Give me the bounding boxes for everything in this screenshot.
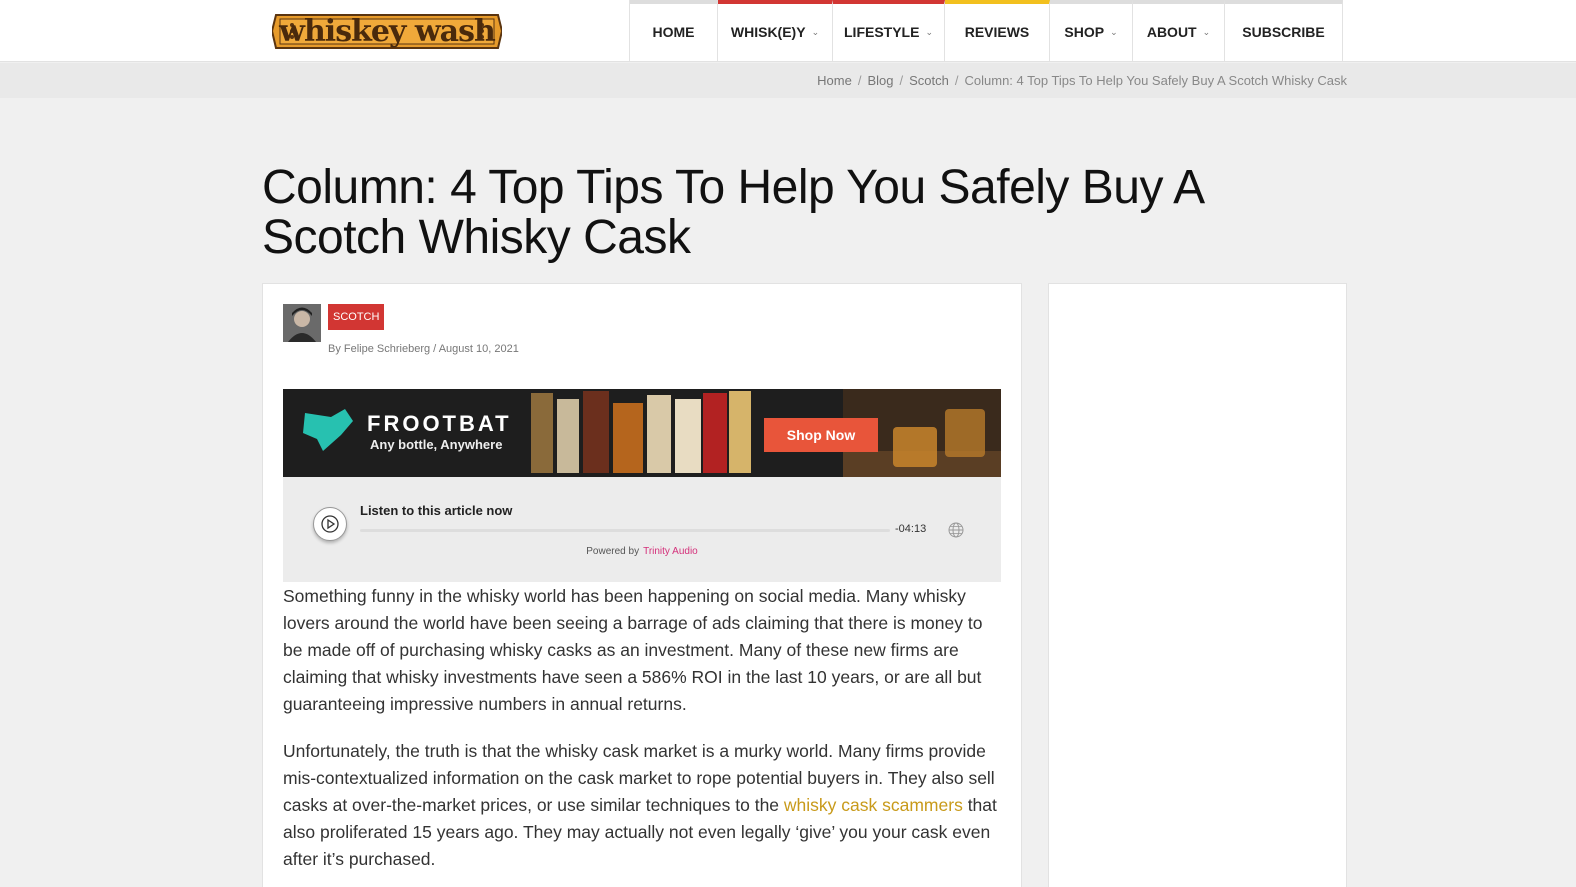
breadcrumb: Home / Blog / Scotch / Column: 4 Top Tips To H…: [817, 73, 1347, 88]
whisky-cask-scammers-link[interactable]: whisky cask scammers: [784, 795, 963, 815]
powered-by-label: Powered by: [586, 546, 640, 557]
nav-label: LIFESTYLE: [844, 24, 920, 40]
breadcrumb-separator: /: [954, 73, 959, 88]
byline-prefix: By: [328, 343, 341, 355]
breadcrumb-scotch[interactable]: Scotch: [909, 73, 949, 88]
chevron-down-icon: ⌄: [1202, 26, 1211, 37]
post-date: August 10, 2021: [438, 343, 519, 355]
play-button[interactable]: [313, 507, 347, 541]
article-paragraph: Something funny in the whisky world has …: [283, 586, 983, 714]
avatar-image: [283, 304, 321, 342]
audio-title: Listen to this article now: [360, 503, 513, 518]
nav-home[interactable]: HOME: [630, 0, 718, 62]
ad-banner[interactable]: FROOTBAT Any bottle, Anywhere Shop Now: [283, 389, 1001, 477]
nav-label: REVIEWS: [964, 24, 1030, 40]
ad-tagline: Any bottle, Anywhere: [370, 437, 503, 452]
ad-brand: FROOTBAT: [367, 411, 512, 436]
logo-text: whiskey wash: [279, 14, 496, 49]
author-link[interactable]: Felipe Schrieberg: [344, 343, 430, 355]
breadcrumb-separator: /: [899, 73, 904, 88]
audio-time: -04:13: [895, 523, 927, 535]
nav-label: WHISK(E)Y: [730, 24, 806, 40]
nav-label: SUBSCRIBE: [1242, 24, 1325, 40]
nav-about[interactable]: ABOUT ⌄: [1133, 0, 1225, 62]
breadcrumb-separator: /: [857, 73, 862, 88]
audio-powered-by: Powered by Trinity Audio: [283, 546, 1001, 557]
article-body: Something funny in the whisky world has …: [283, 583, 1003, 887]
trinity-audio-link[interactable]: Trinity Audio: [643, 546, 698, 557]
article-card: SCOTCH By Felipe Schrieberg / August 10,…: [262, 283, 1022, 887]
nav-label: SHOP: [1064, 24, 1105, 40]
article-paragraph: Unfortunately, the truth is that the whi…: [283, 738, 1003, 873]
sidebar: [1048, 283, 1347, 887]
main-nav: HOME WHISK(E)Y ⌄ LIFESTYLE ⌄ REVIEWS SHOP ⌄…: [629, 0, 1343, 62]
breadcrumb-blog[interactable]: Blog: [867, 73, 893, 88]
breadcrumb-current: Column: 4 Top Tips To Help You Safely Bu…: [964, 73, 1348, 88]
audio-player: Listen to this article now -04:13 Powere…: [283, 477, 1001, 582]
chevron-down-icon: ⌄: [1110, 26, 1118, 37]
nav-shop[interactable]: SHOP ⌄: [1050, 0, 1133, 62]
breadcrumb-home[interactable]: Home: [817, 73, 852, 88]
nav-label: HOME: [652, 24, 695, 40]
nav-subscribe[interactable]: SUBSCRIBE: [1225, 0, 1343, 62]
ad-shop-now-button[interactable]: Shop Now: [764, 418, 878, 452]
author-avatar[interactable]: [283, 304, 321, 342]
site-logo[interactable]: whiskey wash: [272, 7, 502, 56]
nav-reviews[interactable]: REVIEWS: [945, 0, 1050, 62]
audio-progress-track[interactable]: [360, 529, 890, 532]
chevron-down-icon: ⌄: [925, 26, 933, 37]
site-header: whiskey wash HOME WHISK(E)Y ⌄ LIFESTYLE ⌄ …: [0, 0, 1576, 62]
globe-icon[interactable]: [948, 522, 964, 538]
nav-label: ABOUT: [1146, 24, 1197, 40]
byline: By Felipe Schrieberg / August 10, 2021: [328, 343, 519, 355]
nav-lifestyle[interactable]: LIFESTYLE ⌄: [833, 0, 945, 62]
category-badge[interactable]: SCOTCH: [328, 304, 385, 330]
nav-whiskey[interactable]: WHISK(E)Y ⌄: [718, 0, 833, 62]
breadcrumb-bar: Home / Blog / Scotch / Column: 4 Top Tips To H…: [0, 63, 1576, 98]
chevron-down-icon: ⌄: [811, 26, 820, 37]
play-icon: [321, 515, 339, 533]
page-title: Column: 4 Top Tips To Help You Safely Bu…: [262, 161, 1203, 264]
